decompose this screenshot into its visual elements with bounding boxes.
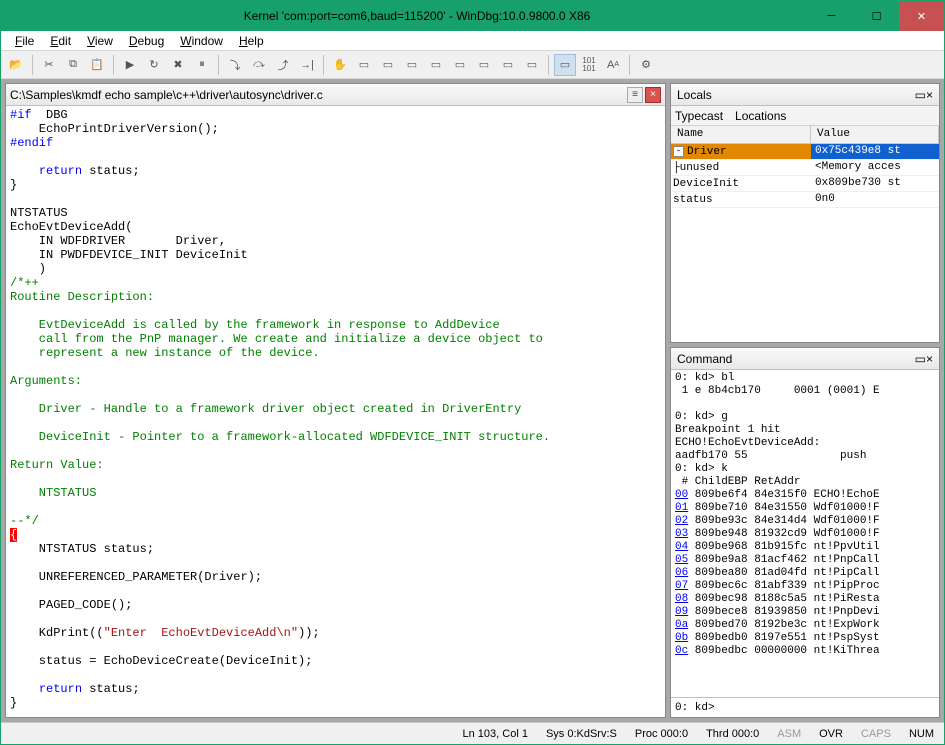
stack-frame-link[interactable]: 07	[675, 580, 688, 592]
stack-frame-link[interactable]: 09	[675, 606, 688, 618]
stack-frame-link[interactable]: 02	[675, 515, 688, 527]
command-input[interactable]	[719, 702, 935, 714]
scratch-window-icon[interactable]: ▭	[521, 54, 543, 76]
stack-frame-link[interactable]: 08	[675, 593, 688, 605]
source-pane-close-icon[interactable]: ×	[645, 87, 661, 103]
locals-value: <Memory acces	[811, 160, 939, 175]
locals-grid[interactable]: Name Value -Driver0x75c439e8 st ├ unused…	[671, 126, 939, 342]
menu-view[interactable]: View	[81, 32, 119, 50]
menu-help[interactable]: Help	[233, 32, 270, 50]
cut-icon[interactable]: ✂	[38, 54, 60, 76]
break-icon[interactable]: ⏸	[191, 54, 213, 76]
callstack-window-icon[interactable]: ▭	[473, 54, 495, 76]
breakpoint-toggle-icon[interactable]: ✋	[329, 54, 351, 76]
source-pane: C:\Samples\kmdf echo sample\c++\driver\a…	[5, 83, 666, 718]
minimize-button[interactable]: ─	[809, 1, 854, 31]
stack-frame-link[interactable]: 0a	[675, 619, 688, 631]
stack-frame-link[interactable]: 05	[675, 554, 688, 566]
restart-icon[interactable]: ↻	[143, 54, 165, 76]
menu-edit[interactable]: Edit	[44, 32, 77, 50]
command-prompt: 0: kd>	[675, 702, 715, 714]
locals-value: 0x75c439e8 st	[811, 144, 939, 159]
expand-icon[interactable]: -	[673, 146, 684, 157]
stack-frame-link[interactable]: 0c	[675, 645, 688, 657]
menu-window[interactable]: Window	[174, 32, 229, 50]
locals-name: status	[673, 194, 713, 206]
window-title: Kernel 'com:port=com6,baud=115200' - Win…	[25, 9, 809, 23]
locals-title: Locals ▭ ×	[671, 84, 939, 106]
source-pane-header: C:\Samples\kmdf echo sample\c++\driver\a…	[6, 84, 665, 106]
stack-frame-link[interactable]: 04	[675, 541, 688, 553]
locals-row[interactable]: status 0n0	[671, 192, 939, 208]
titlebar: Kernel 'com:port=com6,baud=115200' - Win…	[1, 1, 944, 31]
content-area: C:\Samples\kmdf echo sample\c++\driver\a…	[1, 79, 944, 722]
close-button[interactable]: ✕	[899, 1, 944, 31]
locals-panel: Locals ▭ × Typecast Locations Name Value…	[670, 83, 940, 343]
menubar: File Edit View Debug Window Help	[1, 31, 944, 51]
status-ovr: OVR	[815, 728, 847, 740]
options-icon[interactable]: ⚙	[635, 54, 657, 76]
locals-header: Name Value	[671, 126, 939, 144]
menu-debug[interactable]: Debug	[123, 32, 170, 50]
paste-icon[interactable]: 📋	[86, 54, 108, 76]
locals-typecast[interactable]: Typecast	[675, 109, 723, 123]
maximize-button[interactable]: ☐	[854, 1, 899, 31]
locals-name: DeviceInit	[673, 178, 739, 190]
locals-row[interactable]: -Driver 0x75c439e8 st	[671, 144, 939, 160]
locals-value: 0x809be730 st	[811, 176, 939, 191]
command-panel-menu-icon[interactable]: ▭	[915, 352, 926, 366]
locals-panel-close-icon[interactable]: ×	[926, 88, 933, 102]
source-code[interactable]: #if DBG EchoPrintDriverVersion(); #endif…	[6, 106, 665, 717]
stack-frame-link[interactable]: 01	[675, 502, 688, 514]
locals-panel-menu-icon[interactable]: ▭	[915, 88, 926, 102]
locals-window-icon[interactable]: ▭	[401, 54, 423, 76]
status-asm: ASM	[773, 728, 805, 740]
status-thrd: Thrd 000:0	[702, 728, 763, 740]
source-pane-menu-icon[interactable]: ≡	[627, 87, 643, 103]
status-proc: Proc 000:0	[631, 728, 692, 740]
step-into-icon[interactable]: ⤵	[224, 54, 246, 76]
status-caps: CAPS	[857, 728, 895, 740]
command-output[interactable]: 0: kd> bl 1 e 8b4cb170 0001 (0001) E 0: …	[671, 370, 939, 697]
right-pane: Locals ▭ × Typecast Locations Name Value…	[670, 83, 940, 718]
stack-frame-link[interactable]: 00	[675, 489, 688, 501]
locals-value: 0n0	[811, 192, 939, 207]
status-sys: Sys 0:KdSrv:S	[542, 728, 621, 740]
locals-name: Driver	[687, 146, 727, 158]
statusbar: Ln 103, Col 1 Sys 0:KdSrv:S Proc 000:0 T…	[1, 722, 944, 744]
command-panel: Command ▭ × 0: kd> bl 1 e 8b4cb170 0001 …	[670, 347, 940, 718]
menu-file[interactable]: File	[9, 32, 40, 50]
status-num: NUM	[905, 728, 938, 740]
watch-window-icon[interactable]: ▭	[377, 54, 399, 76]
stack-frame-link[interactable]: 06	[675, 567, 688, 579]
locals-row[interactable]: DeviceInit 0x809be730 st	[671, 176, 939, 192]
locals-locations[interactable]: Locations	[735, 109, 786, 123]
stack-frame-link[interactable]: 0b	[675, 632, 688, 644]
binary-mode-icon[interactable]: 101101	[578, 54, 600, 76]
step-over-icon[interactable]: ⤼	[248, 54, 270, 76]
open-icon[interactable]: 📂	[5, 54, 27, 76]
locals-name: unused	[680, 162, 720, 174]
font-icon[interactable]: AA	[602, 54, 624, 76]
go-icon[interactable]: ▶	[119, 54, 141, 76]
step-out-icon[interactable]: ⤴	[272, 54, 294, 76]
copy-icon[interactable]: ⧉	[62, 54, 84, 76]
window-controls: ─ ☐ ✕	[809, 1, 944, 31]
command-window-icon[interactable]: ▭	[353, 54, 375, 76]
status-cursor: Ln 103, Col 1	[459, 728, 532, 740]
memory-window-icon[interactable]: ▭	[449, 54, 471, 76]
disasm-window-icon[interactable]: ▭	[497, 54, 519, 76]
source-path: C:\Samples\kmdf echo sample\c++\driver\a…	[10, 88, 625, 102]
locals-row[interactable]: ├ unused<Memory acces	[671, 160, 939, 176]
command-panel-close-icon[interactable]: ×	[926, 352, 933, 366]
command-title: Command ▭ ×	[671, 348, 939, 370]
run-to-cursor-icon[interactable]: →|	[296, 54, 318, 76]
locals-toolbar: Typecast Locations	[671, 106, 939, 126]
stop-icon[interactable]: ✖	[167, 54, 189, 76]
source-mode-icon[interactable]: ▭	[554, 54, 576, 76]
stack-frame-link[interactable]: 03	[675, 528, 688, 540]
toolbar: 📂 ✂ ⧉ 📋 ▶ ↻ ✖ ⏸ ⤵ ⤼ ⤴ →| ✋ ▭ ▭ ▭ ▭ ▭ ▭ ▭…	[1, 51, 944, 79]
command-input-row: 0: kd>	[671, 697, 939, 717]
registers-window-icon[interactable]: ▭	[425, 54, 447, 76]
